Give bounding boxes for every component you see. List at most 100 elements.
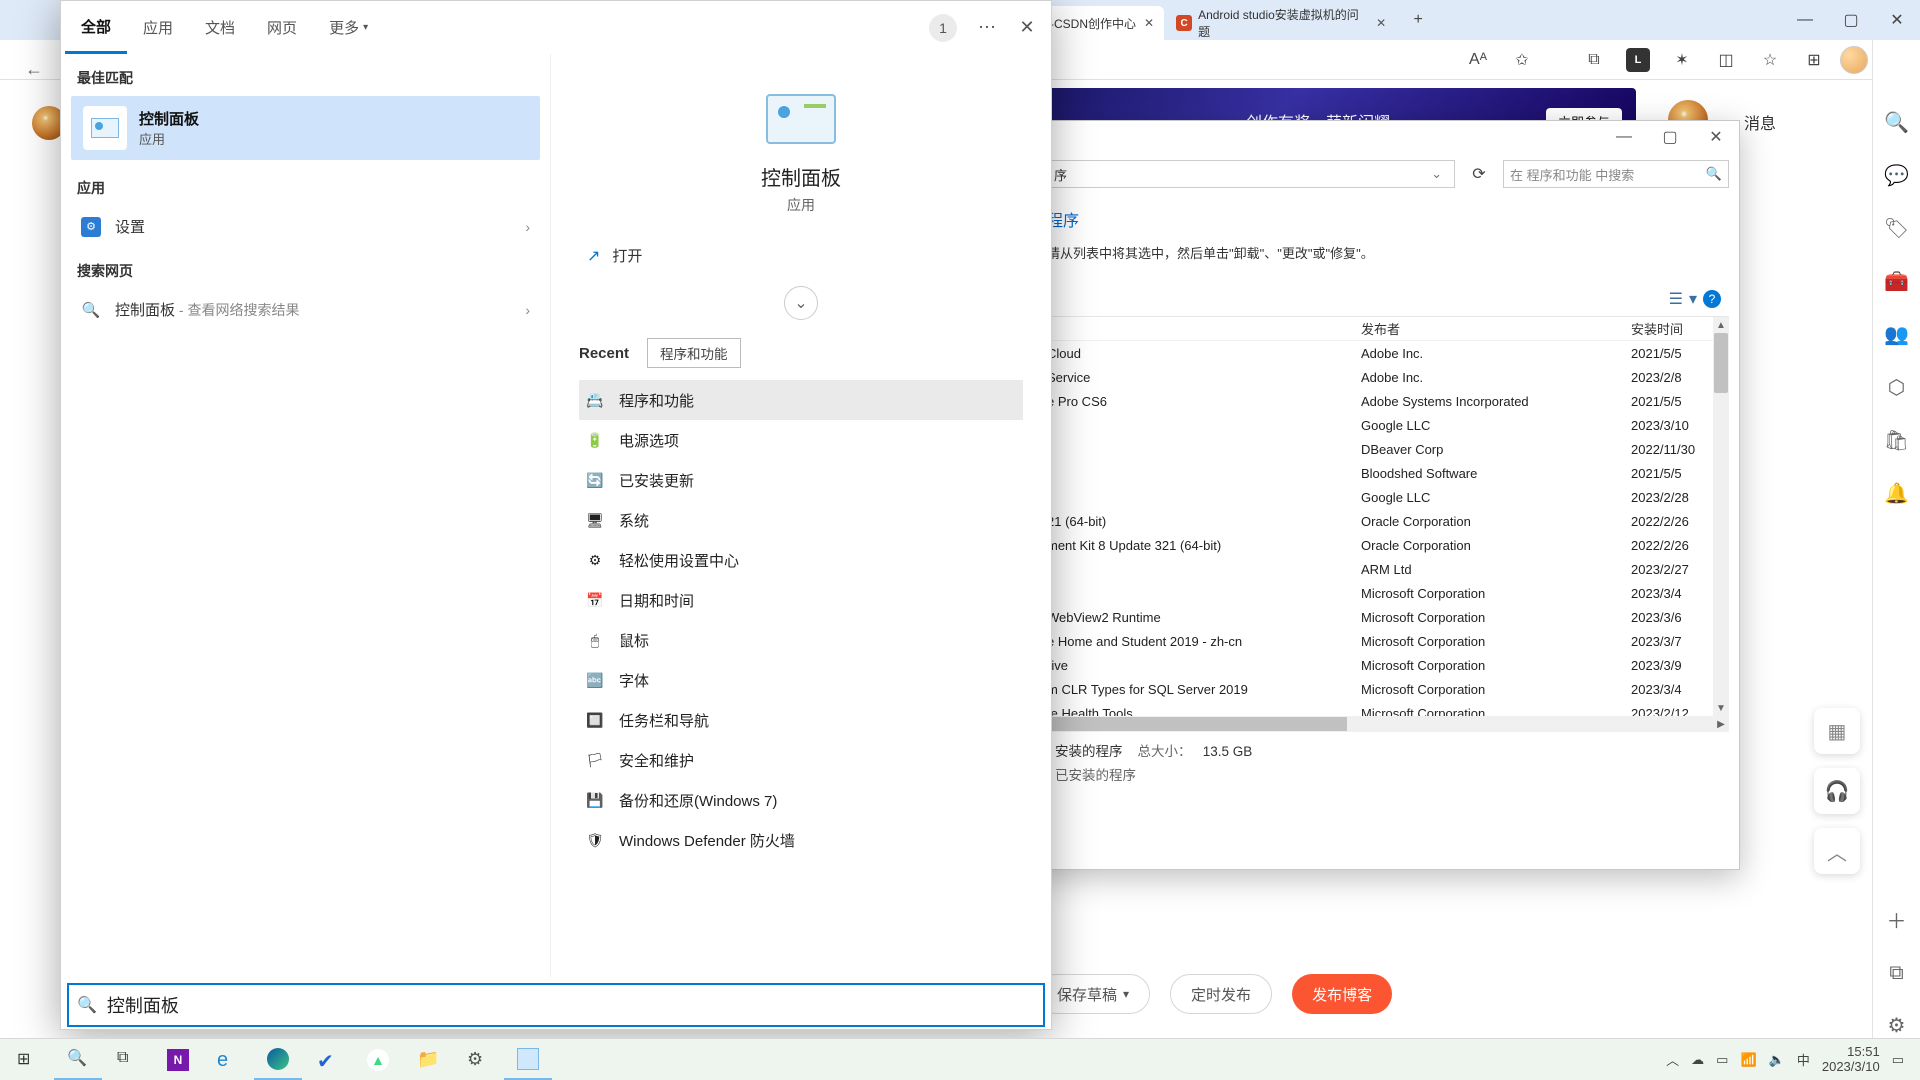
csdn-messages-link[interactable]: 消息	[1744, 110, 1776, 134]
extensions-icon[interactable]: ✶	[1664, 44, 1700, 76]
recent-item[interactable]: 🔤字体	[579, 660, 1023, 700]
recent-item[interactable]: 📇程序和功能	[579, 380, 1023, 420]
taskbar-search-button[interactable]: 🔍	[54, 1040, 102, 1080]
scroll-up-icon[interactable]: ▲	[1716, 317, 1726, 333]
recent-item[interactable]: 🏳安全和维护	[579, 740, 1023, 780]
qr-icon[interactable]: ▦	[1814, 708, 1860, 754]
open-action[interactable]: ↗ 打开	[551, 245, 678, 266]
programs-heading-link[interactable]: 程序	[1047, 207, 1729, 231]
table-row[interactable]: Bloodshed Software2021/5/5	[1047, 461, 1729, 485]
scroll-top-icon[interactable]: ︿	[1814, 828, 1860, 874]
table-row[interactable]: WebView2 RuntimeMicrosoft Corporation202…	[1047, 605, 1729, 629]
read-aloud-icon[interactable]: Aᴬ	[1460, 44, 1496, 76]
tray-notifications-icon[interactable]: ▭	[1892, 1052, 1904, 1068]
table-row[interactable]: Google LLC2023/2/28	[1047, 485, 1729, 509]
scrollbar-thumb[interactable]	[1047, 717, 1347, 731]
refresh-button[interactable]: ⟳	[1465, 160, 1493, 188]
publish-button[interactable]: 发布博客	[1292, 974, 1392, 1014]
rewards-badge[interactable]: 1	[929, 14, 957, 42]
result-item-web-search[interactable]: 🔍 控制面板 - 查看网络搜索结果 ›	[61, 289, 550, 330]
sidebar-settings-icon[interactable]: ⚙	[1888, 1013, 1906, 1038]
tray-chevron-icon[interactable]: ︿	[1666, 1050, 1679, 1069]
sidebar-shopping-icon[interactable]: 🛍	[1884, 428, 1909, 453]
taskbar-app-onenote[interactable]: N	[154, 1040, 202, 1080]
search-input[interactable]: 在 程序和功能 中搜索 🔍	[1503, 160, 1729, 188]
recent-item[interactable]: 🖥系统	[579, 500, 1023, 540]
sidebar-hex-icon[interactable]: ⬡	[1888, 375, 1905, 400]
taskbar-app-edge-legacy[interactable]: e	[204, 1040, 252, 1080]
new-tab-button[interactable]: +	[1404, 6, 1432, 34]
recent-item[interactable]: ⚙轻松使用设置中心	[579, 540, 1023, 580]
help-icon[interactable]: ?	[1703, 290, 1721, 308]
table-row[interactable]: Google LLC2023/3/10	[1047, 413, 1729, 437]
start-button[interactable]: ⊞	[4, 1040, 52, 1080]
tray-clock[interactable]: 15:51 2023/3/10	[1822, 1045, 1880, 1074]
browser-tab-android[interactable]: C Android studio安装虚拟机的问题 ✕	[1166, 6, 1396, 40]
expand-chevron-icon[interactable]: ⌄	[784, 286, 818, 320]
split-screen-icon[interactable]: ◫	[1708, 44, 1744, 76]
sidebar-add-icon[interactable]: ＋	[1887, 905, 1907, 934]
recent-item[interactable]: 💾备份和还原(Windows 7)	[579, 780, 1023, 820]
taskbar-app-settings[interactable]: ⚙	[454, 1040, 502, 1080]
taskbar-app-explorer[interactable]: 📁	[404, 1040, 452, 1080]
table-row[interactable]: 21 (64-bit)Oracle Corporation2022/2/26	[1047, 509, 1729, 533]
tray-volume-icon[interactable]: 🔈	[1769, 1052, 1785, 1068]
scrollbar-thumb[interactable]	[1714, 333, 1728, 393]
result-item-settings[interactable]: ⚙ 设置 ›	[61, 206, 550, 247]
schedule-publish-button[interactable]: 定时发布	[1170, 974, 1272, 1014]
recent-item[interactable]: 🔲任务栏和导航	[579, 700, 1023, 740]
window-maximize-button[interactable]: ▢	[1647, 122, 1693, 152]
sidebar-tag-icon[interactable]: 🏷	[1884, 216, 1909, 241]
address-bar[interactable]: 序 ⌄	[1047, 160, 1455, 188]
sidebar-search-icon[interactable]: 🔍	[1884, 110, 1909, 135]
vertical-scrollbar[interactable]: ▲ ▼	[1713, 317, 1729, 716]
taskbar-app-android-studio[interactable]: ▲	[354, 1040, 402, 1080]
search-input[interactable]: 🔍	[67, 983, 1045, 1027]
sidebar-panel-icon[interactable]: ⧉	[1889, 962, 1903, 985]
table-row[interactable]: ment Kit 8 Update 321 (64-bit)Oracle Cor…	[1047, 533, 1729, 557]
view-mode-icon[interactable]: ☰	[1669, 289, 1683, 309]
best-match-item[interactable]: 控制面板 应用	[71, 96, 540, 160]
tray-ime[interactable]: 中	[1797, 1050, 1810, 1069]
recent-item[interactable]: 🛡Windows Defender 防火墙	[579, 820, 1023, 860]
tray-battery-icon[interactable]: ▭	[1716, 1052, 1728, 1068]
table-row[interactable]: te Health ToolsMicrosoft Corporation2023…	[1047, 701, 1729, 716]
column-publisher[interactable]: 发布者	[1361, 319, 1631, 338]
recent-item[interactable]: 📅日期和时间	[579, 580, 1023, 620]
taskbar-app-control-panel[interactable]	[504, 1040, 552, 1080]
window-titlebar[interactable]: — ▢ ✕	[1037, 121, 1739, 153]
recent-item[interactable]: 🔋电源选项	[579, 420, 1023, 460]
scroll-down-icon[interactable]: ▼	[1716, 700, 1726, 716]
table-row[interactable]: e Home and Student 2019 - zh-cnMicrosoft…	[1047, 629, 1729, 653]
table-row[interactable]: DBeaver Corp2022/11/30	[1047, 437, 1729, 461]
taskbar-app-todo[interactable]: ✔	[304, 1040, 352, 1080]
table-row[interactable]: e Pro CS6Adobe Systems Incorporated2021/…	[1047, 389, 1729, 413]
sidebar-tools-icon[interactable]: 🧰	[1884, 269, 1909, 294]
save-draft-button[interactable]: 保存草稿▾	[1036, 974, 1150, 1014]
support-icon[interactable]: 🎧	[1814, 768, 1860, 814]
scroll-right-icon[interactable]: ▶	[1713, 719, 1729, 730]
search-text-field[interactable]	[107, 995, 1035, 1016]
window-close-button[interactable]: ✕	[1693, 122, 1739, 152]
favorites-icon[interactable]: ☆	[1752, 44, 1788, 76]
window-minimize-button[interactable]: —	[1782, 3, 1828, 37]
close-icon[interactable]: ✕	[1144, 16, 1154, 30]
table-row[interactable]: riveMicrosoft Corporation2023/3/9	[1047, 653, 1729, 677]
table-row[interactable]: ARM Ltd2023/2/27	[1047, 557, 1729, 581]
table-row[interactable]: CloudAdobe Inc.2021/5/5	[1047, 341, 1729, 365]
favorite-icon[interactable]: ✩	[1504, 44, 1540, 76]
close-icon[interactable]: ✕	[1376, 16, 1386, 30]
chevron-down-icon[interactable]: ▾	[1689, 289, 1697, 309]
tab-documents[interactable]: 文档	[189, 1, 251, 54]
collections2-icon[interactable]: ⊞	[1796, 44, 1832, 76]
back-arrow-icon[interactable]: ←	[20, 55, 48, 83]
horizontal-scrollbar[interactable]: ▶	[1047, 716, 1729, 732]
browser-tab-csdn[interactable]: -CSDN创作中心 ✕	[1040, 6, 1164, 40]
recent-item[interactable]: 🔄已安装更新	[579, 460, 1023, 500]
table-row[interactable]: ServiceAdobe Inc.2023/2/8	[1047, 365, 1729, 389]
tab-all[interactable]: 全部	[65, 1, 127, 54]
task-view-button[interactable]: ⧉	[104, 1040, 152, 1080]
profile-avatar-icon[interactable]	[1840, 46, 1868, 74]
tab-more[interactable]: 更多▾	[313, 1, 384, 54]
close-icon[interactable]: ✕	[1007, 8, 1047, 48]
